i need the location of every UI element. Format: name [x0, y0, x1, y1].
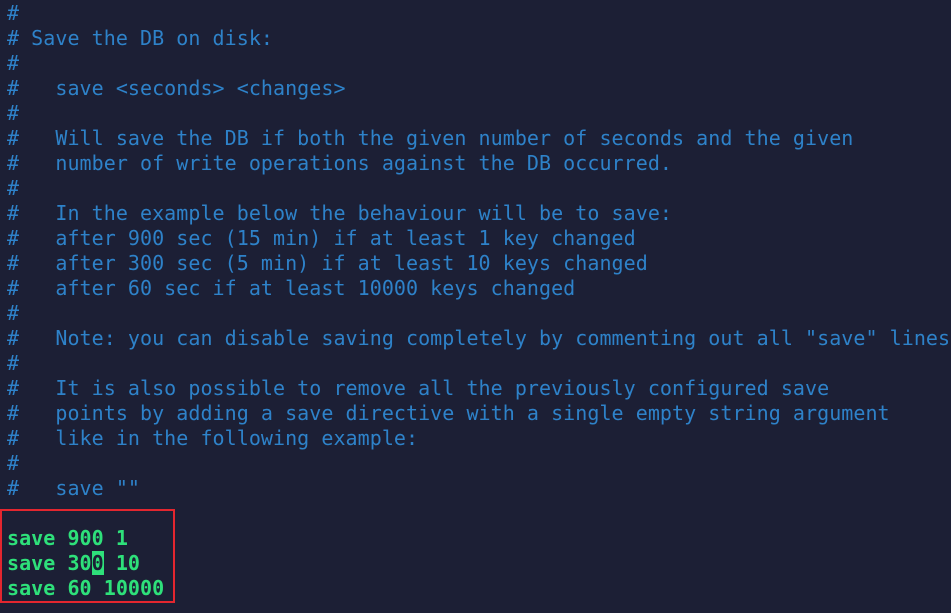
save-directive-line: save 900 1 — [7, 526, 128, 550]
comment-line: # — [7, 176, 20, 200]
comment-line: # save "" — [7, 476, 141, 500]
comment-line: # number of write operations against the… — [7, 151, 673, 175]
comment-line: # after 60 sec if at least 10000 keys ch… — [7, 276, 576, 300]
comment-line: # Note: you can disable saving completel… — [7, 326, 951, 350]
comment-line: # after 900 sec (15 min) if at least 1 k… — [7, 226, 636, 250]
comment-line: # Save the DB on disk: — [7, 26, 274, 50]
comment-line: # It is also possible to remove all the … — [7, 376, 830, 400]
comment-line: # like in the following example: — [7, 426, 419, 450]
comment-line: # — [7, 101, 20, 125]
text-editor[interactable]: # # Save the DB on disk: # # save <secon… — [0, 0, 951, 613]
save-directive-line-with-cursor: save 300 10 — [0, 551, 951, 576]
comment-line: # In the example below the behaviour wil… — [7, 201, 673, 225]
comment-line: # — [7, 1, 20, 25]
comment-line: # — [7, 351, 20, 375]
comment-line: # — [7, 451, 20, 475]
code-text: 10 — [103, 551, 141, 575]
comment-line: # — [7, 301, 20, 325]
text-cursor[interactable]: 0 — [91, 551, 104, 575]
comment-line: # — [7, 51, 20, 75]
save-directive-line: save 60 10000 — [7, 576, 165, 600]
comment-line: # after 300 sec (5 min) if at least 10 k… — [7, 251, 648, 275]
comment-line: # Will save the DB if both the given num… — [7, 126, 854, 150]
comment-line: # save <seconds> <changes> — [7, 76, 346, 100]
code-text: save 30 — [7, 551, 92, 575]
comment-line: # points by adding a save directive with… — [7, 401, 890, 425]
